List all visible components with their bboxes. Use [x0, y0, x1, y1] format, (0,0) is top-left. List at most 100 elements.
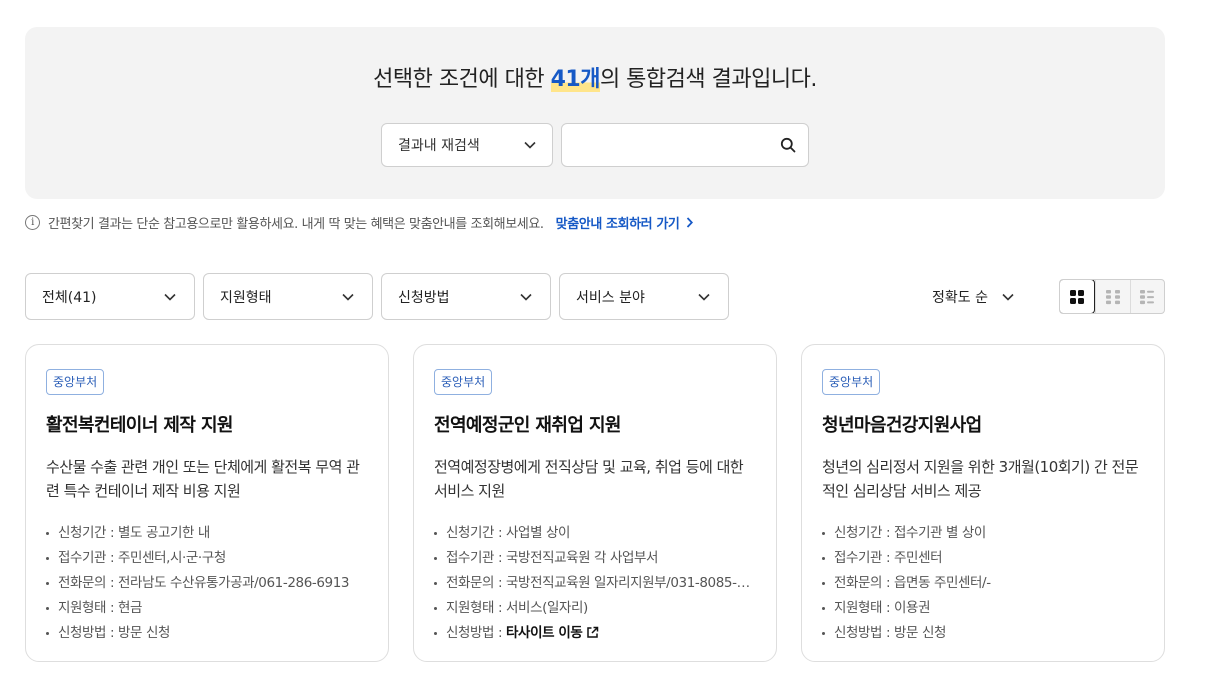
info-key: 지원형태	[58, 600, 107, 616]
info-key: 신청방법	[58, 625, 107, 641]
info-key: 신청기간	[834, 525, 883, 541]
sort-select[interactable]: 정확도 순	[932, 285, 1014, 309]
service-card[interactable]: 중앙부처 전역예정군인 재취업 지원 전역예정장병에게 전직상담 및 교육, 취…	[413, 344, 777, 662]
info-value: 주민센터	[894, 550, 943, 566]
filter-service-field-label: 서비스 분야	[576, 289, 645, 306]
filter-support-type[interactable]: 지원형태	[203, 273, 373, 320]
chevron-down-icon	[520, 293, 532, 301]
view-list-button[interactable]	[1129, 280, 1164, 313]
result-title-prefix: 선택한 조건에 대한	[373, 67, 551, 92]
info-separator: :	[106, 625, 119, 641]
search-icon[interactable]	[780, 137, 796, 153]
filter-support-type-label: 지원형태	[220, 289, 272, 306]
info-apply-method: 신청방법 : 방문 신청	[822, 621, 1144, 646]
info-key: 전화문의	[58, 575, 107, 591]
agency-badge: 중앙부처	[822, 369, 881, 395]
agency-badge: 중앙부처	[434, 369, 493, 395]
info-value: 이용권	[894, 600, 931, 616]
filter-apply-method[interactable]: 신청방법	[381, 273, 551, 320]
view-grid-large-button[interactable]	[1060, 280, 1096, 313]
result-title: 선택한 조건에 대한 41개의 통합검색 결과입니다.	[25, 61, 1165, 93]
info-phone: 전화문의 : 전라남도 수산유통가공과/061-286-6913	[46, 571, 368, 596]
info-apply-period: 신청기간 : 별도 공고기한 내	[46, 521, 368, 546]
info-key: 접수기관	[446, 550, 495, 566]
info-value: 방문 신청	[118, 625, 171, 641]
info-value: 방문 신청	[894, 625, 947, 641]
info-apply-period: 신청기간 : 접수기관 별 상이	[822, 521, 1144, 546]
service-card[interactable]: 중앙부처 청년마음건강지원사업 청년의 심리정서 지원을 위한 3개월(10회기…	[801, 344, 1165, 662]
filter-apply-method-label: 신청방법	[398, 289, 450, 306]
search-scope-select[interactable]: 결과내 재검색	[381, 123, 553, 167]
info-receiving-agency: 접수기관 : 국방전직교육원 각 사업부서	[434, 546, 756, 571]
info-key: 신청기간	[446, 525, 495, 541]
info-separator: :	[882, 600, 895, 616]
info-separator: :	[494, 525, 507, 541]
info-icon: i	[25, 214, 40, 230]
card-info-list: 신청기간 : 사업별 상이 접수기관 : 국방전직교육원 각 사업부서 전화문의…	[434, 521, 756, 646]
grid-small-icon	[1106, 289, 1120, 304]
info-separator: :	[882, 625, 895, 641]
external-site-link[interactable]: 타사이트 이동	[506, 625, 599, 641]
notice-text: 간편찾기 결과는 단순 참고용으로만 활용하세요. 내게 딱 맞는 혜택은 맞춤…	[48, 216, 544, 232]
info-value: 읍면동 주민센터/-	[894, 575, 991, 591]
info-key: 신청방법	[446, 625, 495, 641]
result-title-suffix: 의 통합검색 결과입니다.	[599, 67, 817, 92]
view-mode-toggle	[1059, 279, 1165, 314]
info-value: 국방전직교육원 각 사업부서	[506, 550, 659, 566]
card-description: 청년의 심리정서 지원을 위한 3개월(10회기) 간 전문적인 심리상담 서비…	[822, 458, 1139, 500]
card-info-list: 신청기간 : 접수기관 별 상이 접수기관 : 주민센터 전화문의 : 읍면동 …	[822, 521, 1144, 646]
info-apply-period: 신청기간 : 사업별 상이	[434, 521, 756, 546]
result-count: 41개	[550, 67, 600, 92]
chevron-down-icon	[1002, 293, 1014, 301]
view-grid-small-button[interactable]	[1095, 280, 1129, 313]
info-separator: :	[106, 525, 119, 541]
info-value: 국방전직교육원 일자리지원부/031-8085-0000	[506, 575, 756, 591]
info-value: 현금	[118, 600, 143, 616]
info-separator: :	[494, 550, 507, 566]
card-info-list: 신청기간 : 별도 공고기한 내 접수기관 : 주민센터,시·군·구청 전화문의…	[46, 521, 368, 646]
sort-label: 정확도 순	[932, 290, 988, 306]
card-description: 수산물 수출 관련 개인 또는 단체에게 활전복 무역 관련 특수 컨테이너 제…	[46, 458, 360, 500]
info-separator: :	[882, 550, 895, 566]
info-separator: :	[106, 600, 119, 616]
service-card[interactable]: 중앙부처 활전복컨테이너 제작 지원 수산물 수출 관련 개인 또는 단체에게 …	[25, 344, 389, 662]
info-phone: 전화문의 : 국방전직교육원 일자리지원부/031-8085-0000	[434, 571, 756, 596]
card-title[interactable]: 활전복컨테이너 제작 지원	[46, 411, 368, 437]
info-key: 지원형태	[446, 600, 495, 616]
info-apply-method: 신청방법 : 방문 신청	[46, 621, 368, 646]
card-title[interactable]: 청년마음건강지원사업	[822, 411, 1144, 437]
info-separator: :	[882, 575, 895, 591]
info-key: 신청방법	[834, 625, 883, 641]
filter-all[interactable]: 전체(41)	[25, 273, 195, 320]
chevron-down-icon	[524, 141, 536, 149]
info-receiving-agency: 접수기관 : 주민센터,시·군·구청	[46, 546, 368, 571]
chevron-down-icon	[342, 293, 354, 301]
search-scope-label: 결과내 재검색	[398, 138, 480, 154]
search-box	[561, 123, 809, 167]
info-separator: :	[494, 575, 507, 591]
custom-guide-link[interactable]: 맞춤안내 조회하러 가기	[556, 213, 693, 232]
info-receiving-agency: 접수기관 : 주민센터	[822, 546, 1144, 571]
chevron-right-icon	[686, 216, 693, 228]
info-support-type: 지원형태 : 현금	[46, 596, 368, 621]
info-key: 지원형태	[834, 600, 883, 616]
notice-bar: i 간편찾기 결과는 단순 참고용으로만 활용하세요. 내게 딱 맞는 혜택은 …	[25, 212, 693, 232]
search-panel: 선택한 조건에 대한 41개의 통합검색 결과입니다. 결과내 재검색	[25, 27, 1165, 199]
info-key: 접수기관	[834, 550, 883, 566]
info-separator: :	[106, 550, 119, 566]
filter-all-label: 전체(41)	[42, 289, 97, 306]
grid-large-icon	[1070, 289, 1085, 304]
custom-guide-link-label: 맞춤안내 조회하러 가기	[555, 216, 680, 232]
info-key: 신청기간	[58, 525, 107, 541]
chevron-down-icon	[698, 293, 710, 301]
card-title[interactable]: 전역예정군인 재취업 지원	[434, 411, 756, 437]
info-support-type: 지원형태 : 서비스(일자리)	[434, 596, 756, 621]
info-key: 접수기관	[58, 550, 107, 566]
info-support-type: 지원형태 : 이용권	[822, 596, 1144, 621]
info-value: 사업별 상이	[506, 525, 571, 541]
info-value: 전라남도 수산유통가공과/061-286-6913	[118, 575, 350, 591]
info-phone: 전화문의 : 읍면동 주민센터/-	[822, 571, 1144, 596]
search-input[interactable]	[562, 124, 772, 166]
chevron-down-icon	[164, 293, 176, 301]
filter-service-field[interactable]: 서비스 분야	[559, 273, 729, 320]
